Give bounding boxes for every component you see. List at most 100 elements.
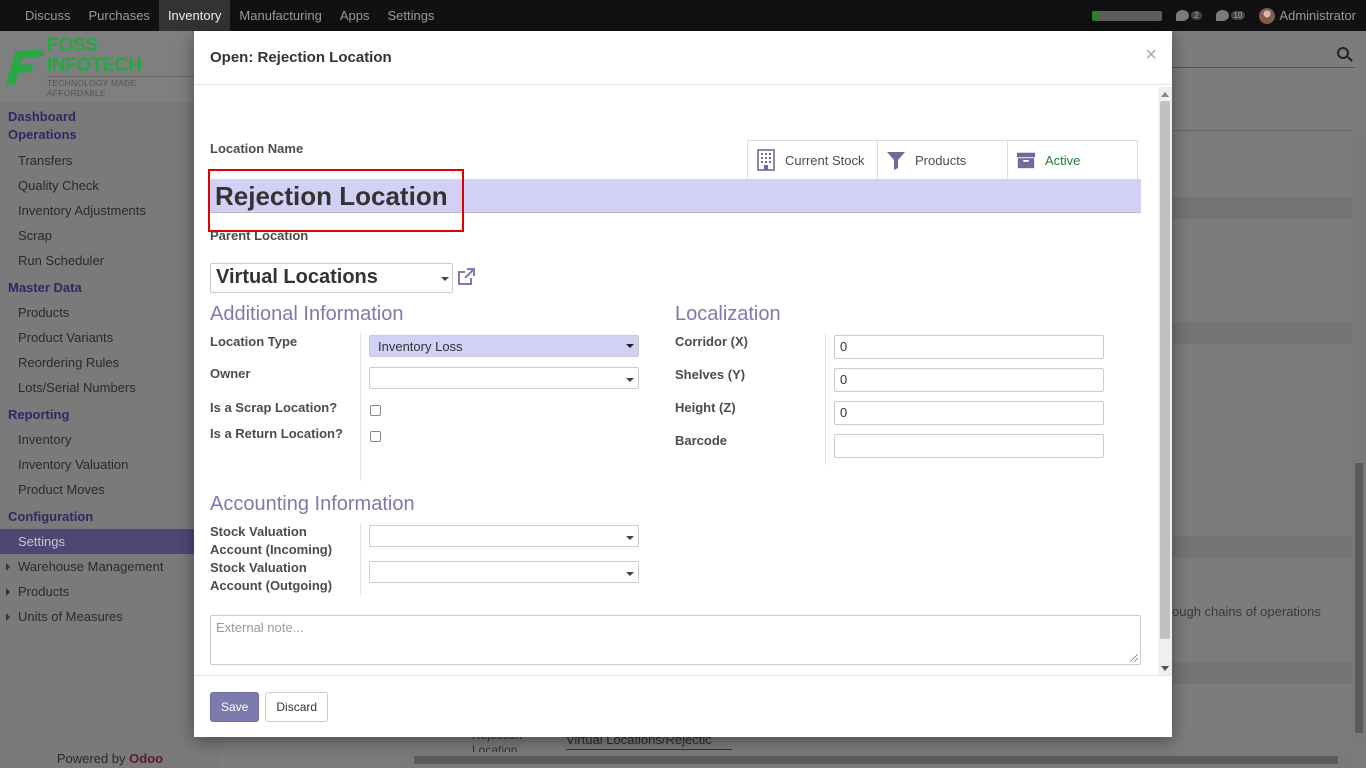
messages-button[interactable]: 10 (1215, 10, 1246, 21)
top-navbar: Discuss Purchases Inventory Manufacturin… (0, 0, 1366, 31)
scroll-down-icon[interactable] (1161, 666, 1169, 671)
menu-manufacturing[interactable]: Manufacturing (230, 0, 330, 31)
owner-select[interactable] (369, 367, 639, 389)
return-location-checkbox[interactable] (370, 431, 381, 442)
current-stock-label: Current Stock (785, 152, 865, 168)
scroll-up-icon[interactable] (1161, 92, 1169, 97)
sidebar-section-operations: Operations (8, 127, 77, 142)
close-icon[interactable]: × (1145, 45, 1157, 65)
sidebar-dashboard[interactable]: Dashboard (0, 108, 220, 126)
building-icon (757, 149, 775, 171)
search-bar-underline (1170, 67, 1355, 68)
external-link-icon[interactable] (456, 267, 476, 287)
chevron-down-icon (626, 572, 634, 576)
owner-label: Owner (210, 366, 251, 381)
divider (1172, 130, 1352, 131)
valuation-outgoing-label: Stock Valuation Account (Outgoing) (210, 560, 333, 593)
active-toggle-button[interactable]: Active (1007, 140, 1138, 180)
products-button[interactable]: Products (877, 140, 1008, 180)
sidebar-item-product-moves[interactable]: Product Moves (0, 477, 220, 502)
user-name: Administrator (1279, 8, 1356, 23)
discard-button[interactable]: Discard (265, 691, 329, 722)
dialog-footer: Save Discard (194, 675, 1172, 737)
app-menu: Discuss Purchases Inventory Manufacturin… (0, 0, 443, 31)
sidebar-item-product-variants[interactable]: Product Variants (0, 325, 220, 350)
sidebar-item-units-of-measures[interactable]: Units of Measures (0, 604, 220, 629)
sidebar-item-inventory-report[interactable]: Inventory (0, 427, 220, 452)
odoo-link[interactable]: Odoo (129, 751, 163, 766)
shelves-input[interactable]: 0 (834, 368, 1104, 392)
scrap-location-checkbox[interactable] (370, 405, 381, 416)
corridor-input[interactable]: 0 (834, 335, 1104, 359)
sidebar-item-settings[interactable]: Settings (0, 529, 220, 554)
progress-bar-fill (1092, 10, 1098, 21)
menu-discuss[interactable]: Discuss (16, 0, 80, 31)
activity-count: 2 (1191, 11, 1202, 20)
company-logo[interactable]: FOSS INFOTECH TECHNOLOGY MADE AFFORDABLE (0, 31, 194, 102)
menu-apps[interactable]: Apps (331, 0, 379, 31)
filter-icon (887, 152, 905, 170)
sidebar-item-inventory-valuation[interactable]: Inventory Valuation (0, 452, 220, 477)
powered-by: Powered by Odoo (0, 751, 220, 766)
logo-brand: FOSS INFOTECH (47, 34, 142, 76)
return-location-label: Is a Return Location? (210, 426, 343, 441)
barcode-input[interactable] (834, 434, 1104, 458)
dialog-scrollbar[interactable] (1158, 87, 1172, 675)
parent-location-select[interactable]: Virtual Locations (210, 263, 453, 293)
valuation-outgoing-select[interactable] (369, 561, 639, 583)
highlight-annotation (208, 169, 464, 232)
external-note-textarea[interactable]: External note... (210, 615, 1141, 665)
valuation-incoming-label: Stock Valuation Account (Incoming) (210, 524, 333, 557)
chevron-down-icon (441, 277, 449, 281)
sidebar: FOSS INFOTECH TECHNOLOGY MADE AFFORDABLE… (0, 31, 220, 768)
sidebar-item-transfers[interactable]: Transfers (0, 148, 220, 173)
sidebar-item-scrap[interactable]: Scrap (0, 223, 220, 248)
menu-purchases[interactable]: Purchases (80, 0, 159, 31)
archive-icon (1016, 152, 1036, 169)
smart-buttons: Current Stock Products Active (747, 140, 1138, 180)
dialog-title: Open: Rejection Location (210, 49, 392, 66)
sidebar-item-reordering-rules[interactable]: Reordering Rules (0, 350, 220, 375)
valuation-incoming-select[interactable] (369, 525, 639, 547)
parent-location-value: Virtual Locations (216, 266, 378, 288)
sidebar-item-quality-check[interactable]: Quality Check (0, 173, 220, 198)
background-band (1172, 536, 1352, 558)
background-band (1172, 322, 1352, 344)
chevron-down-icon (626, 536, 634, 540)
sidebar-item-products[interactable]: Products (0, 300, 220, 325)
active-label: Active (1045, 152, 1081, 168)
products-label: Products (915, 152, 967, 168)
height-input[interactable]: 0 (834, 401, 1104, 425)
chat-icon (1215, 10, 1229, 21)
page-vertical-scrollbar[interactable] (1352, 131, 1366, 751)
menu-inventory[interactable]: Inventory (158, 0, 231, 31)
height-label: Height (Z) (675, 400, 736, 415)
divider (825, 333, 826, 465)
menu-settings[interactable]: Settings (378, 0, 443, 31)
current-stock-button[interactable]: Current Stock (747, 140, 878, 180)
divider (360, 523, 361, 595)
location-type-select[interactable]: Inventory Loss (369, 335, 639, 357)
divider (360, 333, 361, 481)
chevron-down-icon (626, 344, 634, 348)
resize-handle-icon[interactable] (1130, 654, 1138, 662)
clock-icon (1176, 10, 1190, 21)
sidebar-section-master-data: Master Data (8, 280, 82, 295)
accounting-info-title: Accounting Information (210, 493, 415, 515)
sidebar-item-warehouse-management[interactable]: Warehouse Management (0, 554, 220, 579)
corridor-label: Corridor (X) (675, 334, 748, 349)
barcode-label: Barcode (675, 433, 728, 448)
powered-by-text: Powered by (56, 751, 126, 766)
page-horizontal-scrollbar[interactable] (400, 752, 1352, 768)
sidebar-item-lots-serial[interactable]: Lots/Serial Numbers (0, 375, 220, 400)
foss-logo-icon (5, 48, 45, 85)
activity-button[interactable]: 2 (1176, 10, 1202, 21)
sidebar-item-inventory-adjustments[interactable]: Inventory Adjustments (0, 198, 220, 223)
sidebar-item-config-products[interactable]: Products (0, 579, 220, 604)
sidebar-item-run-scheduler[interactable]: Run Scheduler (0, 248, 220, 273)
location-dialog: Open: Rejection Location × Location Name… (194, 31, 1172, 737)
user-menu[interactable]: Administrator (1259, 7, 1356, 24)
search-icon[interactable] (1337, 47, 1349, 59)
chevron-down-icon (626, 378, 634, 382)
save-button[interactable]: Save (210, 691, 260, 722)
